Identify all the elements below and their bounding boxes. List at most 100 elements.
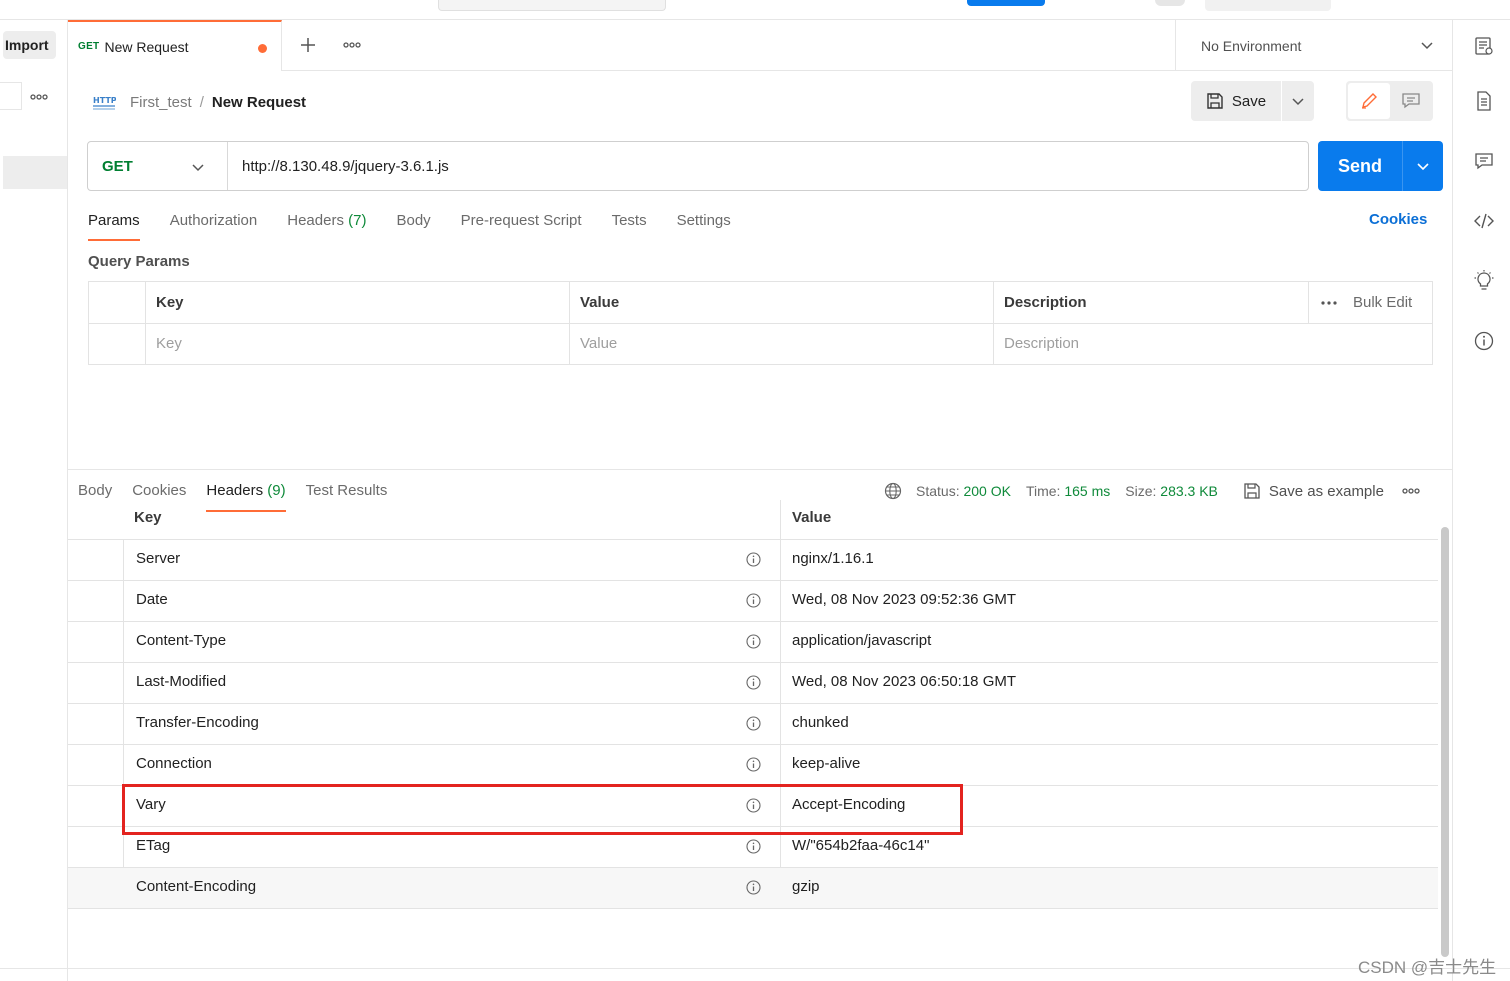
breadcrumb-separator: / bbox=[199, 93, 204, 111]
tab-pre-request-script[interactable]: Pre-request Script bbox=[461, 207, 582, 241]
info-icon[interactable] bbox=[746, 593, 761, 608]
tab-title: New Request bbox=[104, 38, 189, 55]
more-options-icon bbox=[1321, 300, 1337, 305]
header-value: gzip bbox=[792, 878, 820, 895]
info-icon[interactable] bbox=[746, 716, 761, 731]
info-icon[interactable] bbox=[746, 634, 761, 649]
tab-params[interactable]: Params bbox=[88, 207, 140, 241]
save-button[interactable]: Save bbox=[1191, 81, 1282, 121]
info-icon[interactable] bbox=[746, 552, 761, 567]
save-as-example-button[interactable]: Save as example bbox=[1243, 482, 1384, 500]
breadcrumb-collection[interactable]: First_test bbox=[130, 94, 192, 111]
environment-selector[interactable]: No Environment bbox=[1175, 20, 1452, 71]
bulk-edit-button[interactable]: Bulk Edit bbox=[1309, 282, 1432, 323]
tab-label: Pre-request Script bbox=[460, 212, 582, 229]
tab-count: (7) bbox=[348, 212, 367, 229]
watermark: CSDN @吉士先生 bbox=[1358, 958, 1497, 977]
info-icon[interactable] bbox=[746, 757, 761, 772]
tab-authorization[interactable]: Authorization bbox=[170, 207, 258, 241]
search-bar-fragment[interactable] bbox=[438, 0, 666, 11]
svg-text:HTTP: HTTP bbox=[93, 96, 116, 105]
tab-label: Headers bbox=[287, 212, 344, 229]
tab-count: (9) bbox=[267, 482, 286, 499]
send-button[interactable]: Send bbox=[1318, 141, 1403, 191]
method-label: GET bbox=[102, 157, 133, 175]
globe-icon[interactable] bbox=[884, 482, 902, 500]
url-input[interactable] bbox=[228, 142, 1308, 190]
upgrade-button-fragment[interactable] bbox=[1205, 0, 1331, 11]
headers-table-header: Key Value bbox=[68, 500, 1438, 540]
header-value: keep-alive bbox=[792, 755, 861, 772]
value-input[interactable]: Value bbox=[570, 323, 617, 364]
url-bar: GET bbox=[87, 141, 1309, 191]
tab-tests[interactable]: Tests bbox=[612, 207, 647, 241]
left-sidebar: Import bbox=[0, 20, 68, 981]
tab-headers[interactable]: Headers (7) bbox=[287, 207, 366, 241]
request-tab-bar: GET New Request No Environment bbox=[68, 20, 1452, 71]
tab-label: Body bbox=[396, 212, 431, 229]
tab-new-request[interactable]: GET New Request bbox=[68, 20, 282, 71]
tab-more-options-icon[interactable] bbox=[340, 33, 364, 57]
new-tab-plus-icon[interactable] bbox=[296, 33, 320, 57]
table-row: Key Value Description bbox=[89, 323, 1432, 364]
column-header-value: Value bbox=[792, 509, 832, 526]
description-input[interactable]: Description bbox=[994, 323, 1079, 364]
size-label: Size: bbox=[1125, 483, 1157, 499]
query-params-title: Query Params bbox=[88, 253, 190, 270]
sidebar-collection-fragment[interactable] bbox=[0, 82, 22, 110]
info-icon[interactable] bbox=[746, 880, 761, 895]
time-value[interactable]: 165 ms bbox=[1064, 483, 1110, 499]
tab-body[interactable]: Body bbox=[396, 207, 430, 241]
tab-label: Body bbox=[78, 482, 113, 499]
header-key: Transfer-Encoding bbox=[136, 714, 259, 731]
info-icon[interactable] bbox=[1473, 330, 1495, 352]
invite-button-fragment[interactable] bbox=[967, 0, 1045, 6]
save-icon bbox=[1244, 483, 1260, 499]
request-response-divider[interactable] bbox=[68, 469, 1452, 470]
environment-quick-look-icon[interactable] bbox=[1473, 35, 1495, 57]
status-label: Status: bbox=[916, 483, 960, 499]
response-scrollbar[interactable] bbox=[1441, 527, 1449, 957]
request-tabs: Params Authorization Headers (7) Body Pr… bbox=[88, 207, 761, 241]
info-icon[interactable] bbox=[746, 839, 761, 854]
tab-label: Headers bbox=[206, 482, 264, 499]
send-options-chevron-icon[interactable] bbox=[1403, 141, 1443, 191]
tab-settings[interactable]: Settings bbox=[677, 207, 731, 241]
tab-label: Test Results bbox=[305, 482, 388, 499]
method-selector[interactable]: GET bbox=[88, 142, 228, 190]
more-options-icon[interactable] bbox=[24, 82, 54, 112]
table-row: Date Wed, 08 Nov 2023 09:52:36 GMT bbox=[68, 581, 1438, 622]
tab-label: Cookies bbox=[132, 482, 187, 499]
info-icon[interactable] bbox=[746, 675, 761, 690]
key-input[interactable]: Key bbox=[146, 323, 182, 364]
avatar-fragment[interactable] bbox=[1155, 0, 1185, 6]
more-options-icon[interactable] bbox=[1402, 488, 1420, 494]
view-mode-toggle bbox=[1346, 81, 1433, 121]
status-bar-divider bbox=[0, 968, 1510, 969]
size-value[interactable]: 283.3 KB bbox=[1160, 483, 1218, 499]
tab-label: Authorization bbox=[169, 212, 258, 229]
header-value: Wed, 08 Nov 2023 06:50:18 GMT bbox=[792, 673, 1017, 690]
breadcrumb-request-name[interactable]: New Request bbox=[212, 94, 306, 111]
cookies-link[interactable]: Cookies bbox=[1369, 211, 1427, 228]
table-row: Server nginx/1.16.1 bbox=[68, 540, 1438, 581]
comments-icon[interactable] bbox=[1473, 150, 1495, 172]
documentation-icon[interactable] bbox=[1473, 90, 1495, 112]
unsaved-dot-icon bbox=[258, 44, 267, 53]
column-header-description: Description bbox=[1004, 294, 1087, 311]
sidebar-selected-item[interactable] bbox=[3, 156, 67, 189]
chevron-down-icon bbox=[1420, 38, 1434, 52]
header-value: Wed, 08 Nov 2023 09:52:36 GMT bbox=[792, 591, 1017, 608]
comment-mode-icon[interactable] bbox=[1390, 83, 1431, 119]
status-value[interactable]: 200 OK bbox=[963, 483, 1010, 499]
code-icon[interactable] bbox=[1473, 210, 1495, 232]
import-button[interactable]: Import bbox=[3, 31, 56, 59]
header-key: Last-Modified bbox=[136, 673, 227, 690]
save-button-group: Save bbox=[1191, 81, 1314, 121]
save-icon bbox=[1207, 93, 1223, 109]
tab-label: Tests bbox=[611, 212, 647, 229]
lightbulb-icon[interactable] bbox=[1473, 270, 1495, 292]
column-header-key: Key bbox=[156, 294, 184, 311]
edit-pencil-icon[interactable] bbox=[1348, 83, 1390, 119]
save-options-chevron-icon[interactable] bbox=[1282, 81, 1314, 121]
